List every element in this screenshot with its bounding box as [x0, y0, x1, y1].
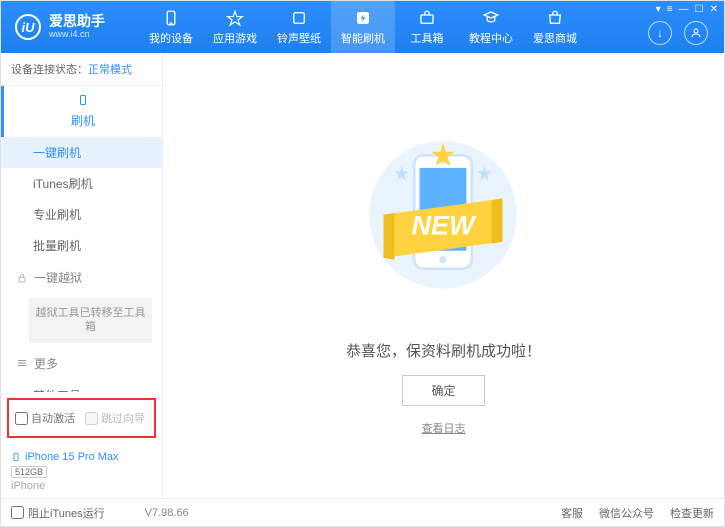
sidebar-group-flash[interactable]: 刷机: [1, 86, 162, 137]
app-title: 爱思助手: [49, 14, 105, 29]
window-controls: ▾ ≡ — ☐ ✕: [656, 4, 718, 15]
nav-tutorials[interactable]: 教程中心: [459, 1, 523, 53]
nav-store[interactable]: 爱思商城: [523, 1, 587, 53]
sidebar-item-itunes[interactable]: iTunes刷机: [1, 168, 162, 199]
menu-icon[interactable]: ▾: [656, 4, 661, 15]
checkbox-skip-wizard[interactable]: 跳过向导: [85, 410, 145, 426]
sidebar-item-othertools[interactable]: 其他工具: [1, 380, 162, 392]
footer-link-support[interactable]: 客服: [561, 505, 583, 521]
nav-smart-flash[interactable]: 智能刷机: [331, 1, 395, 53]
confirm-button[interactable]: 确定: [402, 375, 484, 406]
lock-icon: [16, 272, 28, 284]
sidebar-item-batch[interactable]: 批量刷机: [1, 230, 162, 261]
nav-my-device[interactable]: 我的设备: [139, 1, 203, 53]
apps-icon: [226, 9, 244, 27]
nav-apps[interactable]: 应用游戏: [203, 1, 267, 53]
device-small-icon: [11, 450, 21, 464]
phone-icon: [77, 94, 89, 106]
device-status: 设备连接状态：正常模式: [1, 53, 162, 86]
sidebar-item-pro[interactable]: 专业刷机: [1, 199, 162, 230]
main-content: NEW 恭喜您，保资料刷机成功啦！ 确定 查看日志: [163, 53, 724, 498]
nav-toolbox[interactable]: 工具箱: [395, 1, 459, 53]
store-icon: [546, 9, 564, 27]
svg-text:NEW: NEW: [412, 210, 478, 240]
checkbox-auto-activate[interactable]: 自动激活: [15, 410, 75, 426]
device-info[interactable]: iPhone 15 Pro Max 512GB iPhone: [1, 444, 162, 498]
options-highlight-box: 自动激活 跳过向导: [7, 398, 156, 438]
sidebar-group-more[interactable]: 更多: [1, 347, 162, 380]
sidebar: 设备连接状态：正常模式 刷机 一键刷机 iTunes刷机 专业刷机 批量刷机 一…: [1, 53, 163, 498]
download-button[interactable]: ↓: [648, 21, 672, 45]
toolbox-icon: [418, 9, 436, 27]
footer: 阻止iTunes运行 V7.98.66 客服 微信公众号 检查更新: [1, 498, 724, 526]
checkbox-block-itunes[interactable]: 阻止iTunes运行: [11, 505, 105, 521]
user-button[interactable]: [684, 21, 708, 45]
logo: iU 爱思助手 www.i4.cn: [1, 14, 119, 40]
maximize-icon[interactable]: ☐: [695, 4, 704, 15]
sidebar-item-oneclick[interactable]: 一键刷机: [1, 137, 162, 168]
nav-ringtones[interactable]: 铃声壁纸: [267, 1, 331, 53]
success-message: 恭喜您，保资料刷机成功啦！: [346, 340, 541, 361]
flash-icon: [354, 9, 372, 27]
version-label: V7.98.66: [145, 507, 189, 519]
logo-icon: iU: [15, 14, 41, 40]
more-icon: [16, 357, 28, 369]
footer-link-update[interactable]: 检查更新: [670, 505, 714, 521]
app-header: iU 爱思助手 www.i4.cn 我的设备 应用游戏 铃声壁纸 智能刷机: [1, 1, 724, 53]
device-icon: [162, 9, 180, 27]
top-nav: 我的设备 应用游戏 铃声壁纸 智能刷机 工具箱 教程中心: [139, 1, 587, 53]
success-illustration: NEW: [353, 116, 533, 326]
jailbreak-note: 越狱工具已转移至工具箱: [29, 298, 152, 343]
settings-icon[interactable]: ≡: [667, 4, 673, 15]
footer-link-wechat[interactable]: 微信公众号: [599, 505, 654, 521]
view-log-link[interactable]: 查看日志: [421, 420, 465, 436]
close-icon[interactable]: ✕: [710, 4, 718, 15]
minimize-icon[interactable]: —: [679, 4, 689, 15]
ringtones-icon: [290, 9, 308, 27]
tutorials-icon: [482, 9, 500, 27]
sidebar-group-jailbreak: 一键越狱: [1, 261, 162, 294]
app-url: www.i4.cn: [49, 30, 105, 40]
